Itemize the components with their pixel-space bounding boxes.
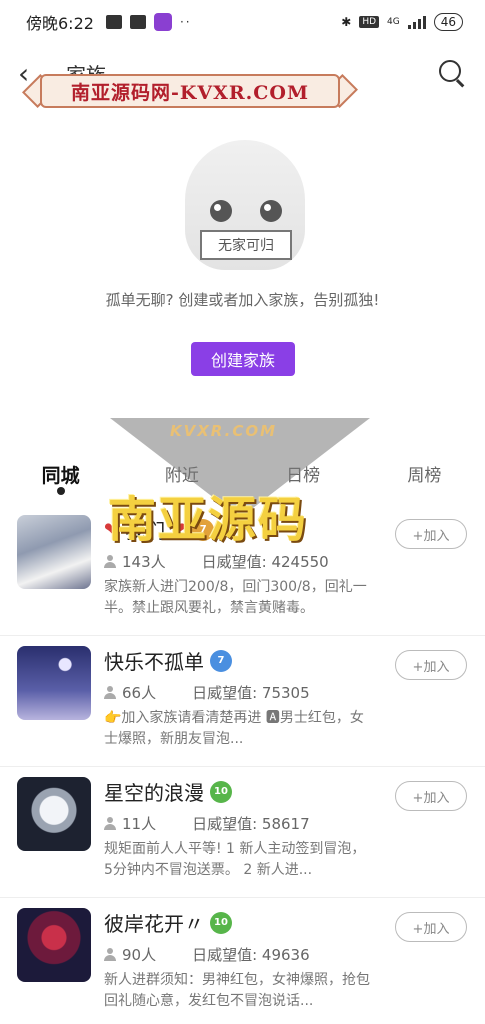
battery-indicator: 46: [433, 13, 463, 31]
prestige-value: 日威望值: 49636: [192, 946, 310, 964]
tab-nearby[interactable]: 附近: [121, 455, 242, 500]
person-icon: [104, 948, 116, 961]
tab-weekly-rank[interactable]: 周榜: [364, 455, 485, 500]
family-item[interactable]: 快乐不孤单 7 66人 日威望值: 75305 👉加入家族请看清楚再进 🅰男士红…: [0, 636, 485, 767]
tab-label: 周榜: [407, 466, 442, 486]
tab-daily-rank[interactable]: 日榜: [243, 455, 364, 500]
person-icon: [104, 817, 116, 830]
tab-local[interactable]: 同城: [0, 455, 121, 500]
member-count: 11人: [122, 815, 157, 833]
family-description: 新人进群须知：男神红包，女神爆照，抢包回礼随心意，发红包不冒泡说话...: [104, 972, 370, 1009]
family-item[interactable]: 星空的浪漫 10 11人 日威望值: 58617 规矩面前人人平等! 1 新人主…: [0, 767, 485, 898]
join-button[interactable]: +加入: [395, 781, 467, 811]
prestige-value: 日威望值: 58617: [192, 815, 310, 833]
family-name-row: ❤ 我们 ❤ 7: [104, 515, 215, 544]
person-icon: [104, 555, 116, 568]
status-left: 傍晚6:22 ··: [26, 10, 192, 34]
notification-icon: [129, 15, 146, 29]
level-badge: 10: [210, 911, 232, 934]
status-time: 傍晚6:22: [26, 14, 94, 33]
signal-icon: [407, 15, 426, 29]
watermark-banner-text: 南亚源码网-KVXR.COM: [71, 81, 309, 104]
join-button[interactable]: +加入: [395, 650, 467, 680]
tab-label: 日榜: [286, 466, 321, 486]
create-family-button[interactable]: 创建家族: [191, 342, 295, 376]
level-badge: 7: [192, 518, 215, 541]
family-list: ❤ 我们 ❤ 7 143人 日威望值: 424550 家族新人进门200/8，回…: [0, 505, 485, 1024]
member-count: 90人: [122, 946, 157, 964]
ghost-eye-right: [260, 200, 282, 222]
search-icon[interactable]: [437, 58, 467, 88]
message-icon: [105, 15, 122, 29]
ghost-sign: 无家可归: [200, 230, 292, 260]
more-notifications-icon: ··: [179, 15, 192, 29]
network-label: 4G: [387, 17, 400, 27]
active-tab-indicator: [56, 487, 65, 495]
family-name-row: 快乐不孤单 7: [104, 646, 232, 675]
heart-icon: ❤: [104, 519, 120, 540]
watermark-overlay-url: KVXR.COM: [170, 422, 278, 440]
level-badge: 7: [210, 649, 232, 672]
member-count: 66人: [122, 684, 157, 702]
watermark-banner-body: 南亚源码网-KVXR.COM: [40, 74, 340, 108]
status-bar: 傍晚6:22 ·· ✱ HD 4G 46: [0, 0, 485, 44]
empty-illustration: 无家可归: [170, 130, 320, 280]
family-avatar: [17, 646, 91, 720]
family-item[interactable]: ❤ 我们 ❤ 7 143人 日威望值: 424550 家族新人进门200/8，回…: [0, 505, 485, 636]
join-button[interactable]: +加入: [395, 912, 467, 942]
family-name-row: 星空的浪漫 10: [104, 777, 232, 806]
family-stats: 66人 日威望值: 75305: [104, 682, 310, 703]
person-icon: [104, 686, 116, 699]
family-name-row: 彼岸花开〃 10: [104, 908, 232, 937]
family-item[interactable]: 彼岸花开〃 10 90人 日威望值: 49636 新人进群须知：男神红包，女神爆…: [0, 898, 485, 1024]
level-badge: 10: [210, 780, 232, 803]
watermark-banner: 南亚源码网-KVXR.COM: [22, 70, 358, 112]
hd-badge: HD: [359, 16, 380, 28]
tab-label: 同城: [41, 465, 80, 487]
family-description: 规矩面前人人平等! 1 新人主动签到冒泡，5分钟内不冒泡送票。 2 新人进...: [104, 841, 366, 878]
family-name: 快乐不孤单: [104, 650, 204, 674]
family-avatar: [17, 777, 91, 851]
tab-label: 附近: [164, 466, 199, 486]
family-description: 👉加入家族请看清楚再进 🅰男士红包，女士爆照，新朋友冒泡...: [104, 710, 364, 747]
family-avatar: [17, 908, 91, 982]
prestige-value: 日威望值: 424550: [201, 553, 329, 571]
prestige-value: 日威望值: 75305: [192, 684, 310, 702]
bluetooth-icon: ✱: [341, 15, 352, 29]
app-icon: [153, 13, 172, 31]
ghost-eye-left: [210, 200, 232, 222]
empty-message: 孤单无聊? 创建或者加入家族，告别孤独!: [105, 291, 380, 309]
family-name: 我们: [125, 519, 166, 543]
family-name: 星空的浪漫: [104, 781, 204, 805]
family-name: 彼岸花开〃: [104, 912, 204, 936]
family-stats: 11人 日威望值: 58617: [104, 813, 310, 834]
family-stats: 143人 日威望值: 424550: [104, 551, 329, 572]
member-count: 143人: [122, 553, 166, 571]
join-button[interactable]: +加入: [395, 519, 467, 549]
heart-icon: ❤: [171, 519, 187, 540]
family-avatar: [17, 515, 91, 589]
family-description: 家族新人进门200/8，回门300/8，回礼一半。禁止跟风要礼，禁言黄赌毒。: [104, 579, 367, 616]
tab-bar: 同城 附近 日榜 周榜: [0, 455, 485, 500]
status-right: ✱ HD 4G 46: [341, 13, 463, 31]
family-stats: 90人 日威望值: 49636: [104, 944, 310, 965]
